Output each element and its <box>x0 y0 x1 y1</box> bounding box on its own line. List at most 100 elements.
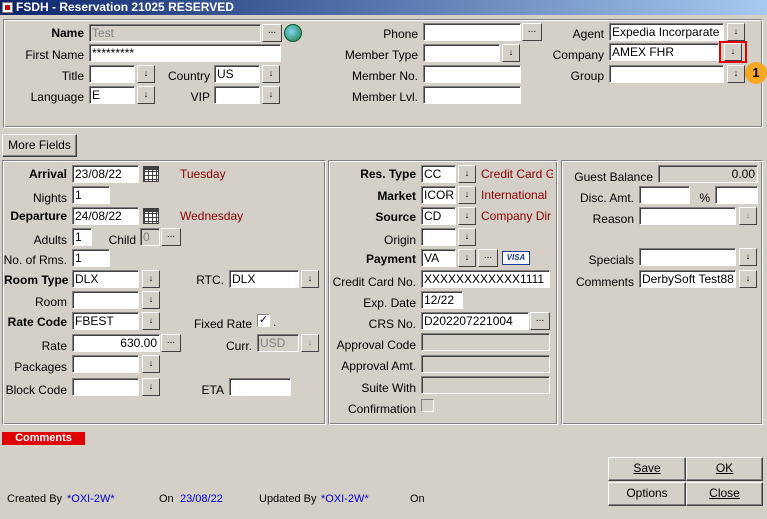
block-code-dropdown-icon[interactable]: ↓ <box>142 378 160 396</box>
options-button[interactable]: Options <box>608 482 686 506</box>
company-field[interactable]: AMEX FHR <box>609 43 719 61</box>
options-label: Options <box>626 486 668 500</box>
source-label: Source <box>375 210 416 224</box>
first-name-field[interactable]: ********* <box>89 44 281 62</box>
exp-date-field[interactable]: 12/22 <box>421 291 463 309</box>
payment-dropdown-icon[interactable]: ↓ <box>458 249 476 267</box>
title-bar: FSDH - Reservation 21025 RESERVED <box>0 0 767 15</box>
title-field[interactable] <box>89 65 135 83</box>
created-by-label: Created By <box>7 493 63 505</box>
rooms-field[interactable]: 1 <box>72 249 110 267</box>
source-dropdown-icon[interactable]: ↓ <box>458 207 476 225</box>
language-field[interactable]: E <box>89 86 135 104</box>
room-dropdown-icon[interactable]: ↓ <box>142 291 160 309</box>
disc-amt-field[interactable] <box>639 186 690 204</box>
name-lookup-button[interactable]: ... <box>262 24 282 42</box>
res-type-dropdown-icon[interactable]: ↓ <box>458 165 476 183</box>
title-dropdown-icon[interactable]: ↓ <box>137 65 155 83</box>
more-fields-button[interactable]: More Fields <box>2 134 77 157</box>
eta-field[interactable] <box>229 378 291 396</box>
reason-dropdown-icon[interactable]: ↓ <box>739 207 757 225</box>
save-button[interactable]: Save <box>608 457 686 481</box>
cc-no-label: Credit Card No. <box>332 275 416 289</box>
arrival-day: Tuesday <box>180 167 226 181</box>
comments-field[interactable]: DerbySoft Test88 <box>639 270 736 288</box>
specials-field[interactable] <box>639 248 736 266</box>
child-lookup-button[interactable]: ... <box>161 228 181 246</box>
crs-no-lookup-button[interactable]: ... <box>530 312 550 330</box>
rate-code-label: Rate Code <box>7 315 67 329</box>
group-field[interactable] <box>609 65 724 83</box>
rate-lookup-button[interactable]: ... <box>161 334 181 352</box>
approval-amt-field[interactable] <box>421 355 550 373</box>
phone-lookup-button[interactable]: ... <box>522 23 542 41</box>
rate-code-dropdown-icon[interactable]: ↓ <box>142 312 160 330</box>
arrival-field[interactable]: 23/08/22 <box>72 165 139 183</box>
room-type-dropdown-icon[interactable]: ↓ <box>142 270 160 288</box>
agent-dropdown-icon[interactable]: ↓ <box>727 23 745 41</box>
confirmation-checkbox[interactable] <box>421 399 434 412</box>
country-dropdown-icon[interactable]: ↓ <box>262 65 280 83</box>
comments-tab[interactable]: Comments <box>2 432 85 445</box>
room-field[interactable] <box>72 291 139 309</box>
app-icon <box>2 2 13 13</box>
rate-field[interactable]: 630.00 <box>72 334 160 352</box>
close-button[interactable]: Close <box>686 482 763 506</box>
curr-dropdown-icon[interactable]: ↓ <box>301 334 319 352</box>
globe-icon[interactable] <box>284 24 302 42</box>
arrival-calendar-icon[interactable] <box>143 166 159 182</box>
country-field[interactable]: US <box>214 65 260 83</box>
cc-no-field[interactable]: XXXXXXXXXXXX1111 <box>421 270 550 288</box>
rtc-dropdown-icon[interactable]: ↓ <box>301 270 319 288</box>
fixed-rate-checkbox[interactable]: ✓ <box>257 314 270 327</box>
res-type-field[interactable]: CC <box>421 165 456 183</box>
approval-code-field[interactable] <box>421 333 550 351</box>
market-label: Market <box>377 189 416 203</box>
market-dropdown-icon[interactable]: ↓ <box>458 186 476 204</box>
nights-field[interactable]: 1 <box>72 186 110 204</box>
packages-dropdown-icon[interactable]: ↓ <box>142 355 160 373</box>
language-label: Language <box>30 90 84 104</box>
disc-amt-label: Disc. Amt. <box>579 191 634 205</box>
reason-field[interactable] <box>639 207 736 225</box>
crs-no-field[interactable]: D202207221004 <box>421 312 529 330</box>
company-dropdown-icon[interactable]: ↓ <box>724 43 742 61</box>
rtc-field[interactable]: DLX <box>229 270 299 288</box>
payment-lookup-button[interactable]: ... <box>478 249 498 267</box>
vip-dropdown-icon[interactable]: ↓ <box>262 86 280 104</box>
packages-field[interactable] <box>72 355 139 373</box>
origin-dropdown-icon[interactable]: ↓ <box>458 228 476 246</box>
member-lvl-field[interactable] <box>423 86 521 104</box>
language-dropdown-icon[interactable]: ↓ <box>137 86 155 104</box>
block-code-field[interactable] <box>72 378 139 396</box>
updated-on-label: On <box>410 493 425 505</box>
pct-field[interactable] <box>715 186 758 204</box>
room-type-field[interactable]: DLX <box>72 270 139 288</box>
close-label: Close <box>709 486 740 500</box>
vip-field[interactable] <box>214 86 260 104</box>
market-field[interactable]: ICORP <box>421 186 456 204</box>
source-field[interactable]: CD <box>421 207 456 225</box>
specials-dropdown-icon[interactable]: ↓ <box>739 248 757 266</box>
comments-dropdown-icon[interactable]: ↓ <box>739 270 757 288</box>
departure-field[interactable]: 24/08/22 <box>72 207 139 225</box>
agent-field[interactable]: Expedia Incorparate <box>609 23 724 41</box>
member-no-field[interactable] <box>423 65 521 83</box>
created-on-value: 23/08/22 <box>180 493 223 505</box>
suite-with-field[interactable] <box>421 376 550 394</box>
name-field[interactable]: Test <box>89 24 261 42</box>
adults-field[interactable]: 1 <box>72 228 92 246</box>
curr-field[interactable]: USD <box>257 334 299 352</box>
payment-label: Payment <box>365 252 416 266</box>
rate-code-field[interactable]: FBEST <box>72 312 139 330</box>
phone-field[interactable] <box>423 23 521 41</box>
origin-field[interactable] <box>421 228 456 246</box>
member-type-field[interactable] <box>423 44 500 62</box>
child-field[interactable]: 0 <box>140 228 160 246</box>
payment-field[interactable]: VA <box>421 249 456 267</box>
ok-button[interactable]: OK <box>686 457 763 481</box>
group-dropdown-icon[interactable]: ↓ <box>727 65 745 83</box>
confirmation-label: Confirmation <box>347 402 416 416</box>
departure-calendar-icon[interactable] <box>143 208 159 224</box>
member-type-dropdown-icon[interactable]: ↓ <box>502 44 520 62</box>
